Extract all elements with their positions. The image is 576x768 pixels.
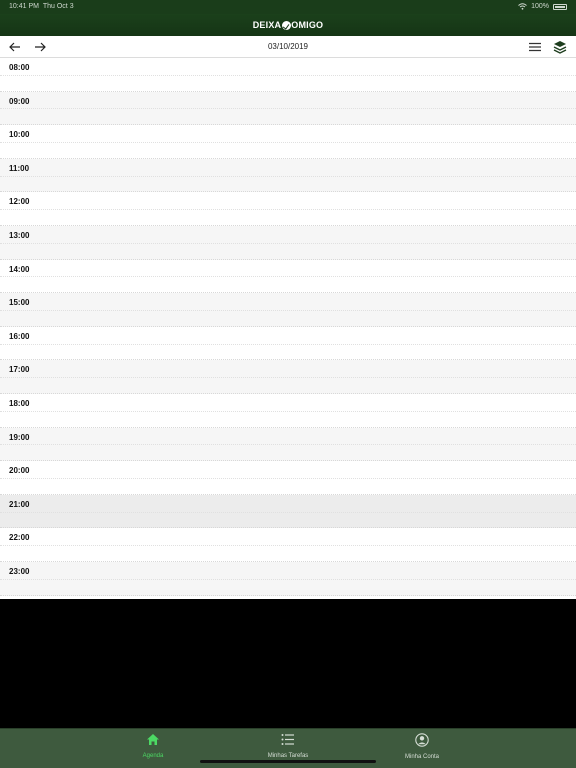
tab-minhas-tarefas[interactable]: Minhas Tarefas [248, 733, 328, 759]
tab-minha-conta[interactable]: Minha Conta [382, 733, 462, 760]
half-hour-divider [0, 175, 576, 177]
status-time: 10:41 PM Thu Oct 3 [9, 3, 74, 10]
hour-label: 21:00 [9, 499, 30, 509]
hour-slot[interactable]: 23:00 [0, 561, 576, 596]
hour-slot[interactable]: 17:00 [0, 360, 576, 394]
half-hour-divider [0, 209, 576, 211]
hour-slot[interactable]: 20:00 [0, 461, 576, 495]
half-hour-divider [0, 74, 576, 76]
hour-label: 22:00 [9, 533, 30, 543]
tab-minhas-tarefas-label: Minhas Tarefas [267, 753, 309, 759]
half-hour-divider [0, 444, 576, 446]
time-text: 10:41 PM [9, 3, 39, 10]
hour-label: 14:00 [9, 264, 30, 274]
hour-label: 15:00 [9, 298, 30, 308]
half-hour-divider [0, 309, 576, 311]
half-hour-divider [0, 377, 576, 379]
hour-label: 11:00 [9, 163, 30, 173]
tab-minha-conta-label: Minha Conta [404, 754, 440, 760]
hour-slot[interactable]: 11:00 [0, 158, 576, 193]
wifi-icon [518, 3, 527, 10]
hour-slot[interactable]: 18:00 [0, 394, 576, 428]
hour-slot[interactable]: 14:00 [0, 260, 576, 294]
half-hour-divider [0, 477, 576, 479]
battery-percent: 100% [531, 3, 549, 10]
half-hour-divider [0, 242, 576, 244]
hour-label: 16:00 [9, 331, 30, 341]
half-hour-divider [0, 276, 576, 278]
hour-slot[interactable]: 08:00 [0, 58, 576, 92]
half-hour-divider [0, 410, 576, 412]
hour-slot[interactable]: 10:00 [0, 125, 576, 159]
date-navigation: 03/10/2019 [0, 36, 576, 58]
app-title-left: DEIXA [252, 20, 282, 30]
menu-icon [529, 42, 541, 52]
tab-agenda-label: Agenda [142, 753, 164, 759]
app-header: DEIXA OMIGO [0, 14, 576, 36]
hour-slot[interactable]: 12:00 [0, 192, 576, 226]
half-hour-divider [0, 578, 576, 580]
home-indicator [200, 760, 376, 763]
hour-label: 18:00 [9, 398, 30, 408]
layers-icon [553, 41, 567, 54]
status-bar: 10:41 PM Thu Oct 3 100% [0, 0, 576, 14]
hour-label: 19:00 [9, 432, 30, 442]
hour-label: 09:00 [9, 96, 30, 106]
menu-button[interactable] [527, 39, 543, 55]
hour-slot[interactable]: 22:00 [0, 528, 576, 562]
layers-button[interactable] [552, 39, 568, 55]
hour-slot[interactable]: 21:00 [0, 494, 576, 529]
half-hour-divider [0, 141, 576, 143]
hour-label: 17:00 [9, 365, 30, 375]
list-icon [281, 734, 294, 745]
hour-label: 10:00 [9, 130, 30, 140]
home-icon [147, 734, 159, 745]
hour-slot[interactable]: 09:00 [0, 91, 576, 126]
half-hour-divider [0, 108, 576, 110]
hour-slot[interactable]: 13:00 [0, 225, 576, 260]
hour-label: 23:00 [9, 566, 30, 576]
hour-slot[interactable]: 15:00 [0, 293, 576, 327]
battery-icon [553, 3, 567, 10]
day-text: Thu Oct 3 [42, 3, 74, 10]
hour-slot[interactable]: 16:00 [0, 327, 576, 361]
hour-label: 12:00 [9, 197, 30, 207]
logo-check-icon [282, 20, 292, 30]
hour-label: 08:00 [9, 63, 30, 72]
hour-slot[interactable]: 19:00 [0, 427, 576, 462]
day-schedule[interactable]: 08:00 09:00 10:00 11:00 12:00 13:00 14:00 15:00… [0, 58, 576, 599]
half-hour-divider [0, 343, 576, 345]
tab-agenda[interactable]: Agenda [113, 733, 193, 759]
status-right: 100% [518, 3, 567, 10]
half-hour-divider [0, 545, 576, 547]
current-date: 03/10/2019 [267, 42, 309, 51]
hour-label: 13:00 [9, 230, 30, 240]
account-icon [415, 733, 429, 747]
app-title-right: OMIGO [291, 20, 324, 30]
half-hour-divider [0, 511, 576, 513]
hour-label: 20:00 [9, 466, 30, 476]
